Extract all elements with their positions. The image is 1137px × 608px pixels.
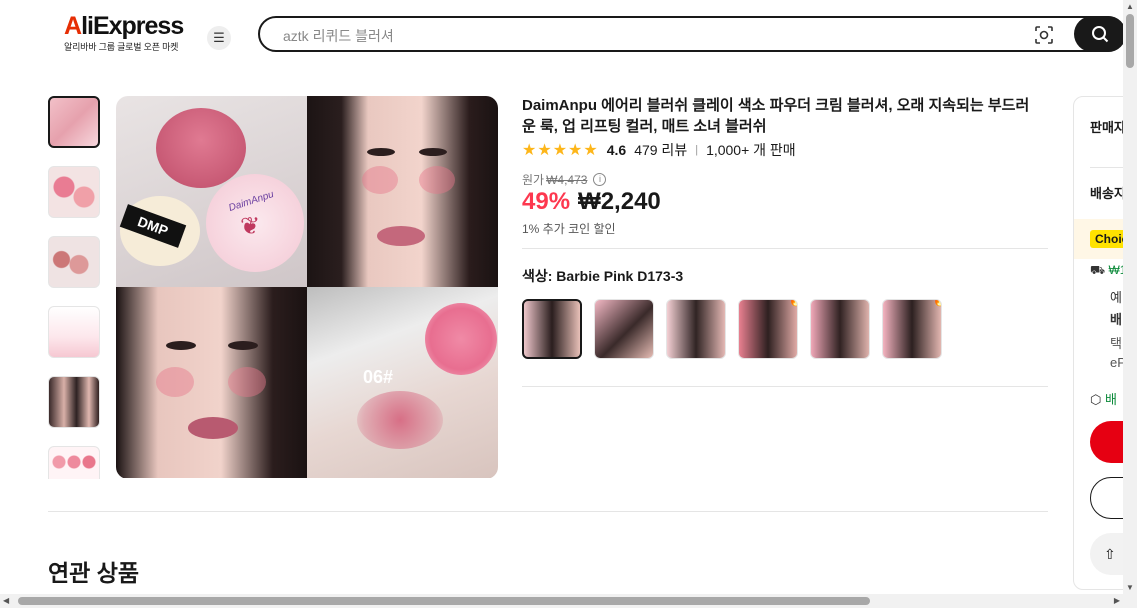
return-row: ⬡ 배: [1090, 389, 1117, 408]
swatch-2[interactable]: [594, 299, 654, 359]
review-count[interactable]: 479 리뷰: [634, 140, 687, 160]
color-label: 색상: Barbie Pink D173-3: [522, 268, 684, 284]
cheek-left: [156, 367, 194, 397]
eye-right: [228, 341, 258, 350]
search-button[interactable]: [1074, 16, 1126, 52]
sold-count: 1,000+ 개 판매: [706, 142, 796, 158]
jar-brand-label: DaimAnpu: [227, 189, 276, 214]
cheek-right: [419, 166, 455, 194]
scroll-right-icon[interactable]: ▶: [1114, 596, 1120, 605]
price-row: 49% ₩2,240: [522, 188, 661, 216]
image-quadrant-face-1: [307, 96, 498, 287]
scroll-left-icon[interactable]: ◀: [3, 596, 9, 605]
blush-jar-clear: DaimAnpu ❦: [206, 174, 304, 272]
thumbnail-4[interactable]: [48, 306, 100, 358]
eye-left: [367, 148, 395, 156]
truck-icon: ⛟: [1090, 263, 1106, 277]
thumbnail-1[interactable]: [48, 96, 100, 148]
separator: |: [695, 144, 699, 156]
share-icon: ⇧: [1104, 546, 1116, 562]
image-quadrant-jar: DMP DaimAnpu ❦: [116, 96, 307, 287]
aliexpress-logo[interactable]: AliExpress 알리바바 그룹 글로벌 오픈 마켓: [64, 12, 194, 53]
related-products-heading: 연관 상품: [48, 560, 140, 586]
original-price: ₩4,473: [546, 172, 588, 187]
shade-label: 06#: [363, 367, 394, 387]
discount-percent: 49%: [522, 188, 571, 215]
original-price-row: 원가 ₩4,473 i: [522, 171, 607, 188]
image-search-icon[interactable]: [1034, 25, 1054, 45]
hot-fire-icon: 🔥: [933, 300, 941, 307]
logo-subtitle: 알리바바 그룹 글로벌 오픈 마켓: [64, 42, 179, 52]
product-page: AliExpress 알리바바 그룹 글로벌 오픈 마켓 ☰ aztk 리퀴드 …: [0, 0, 1137, 608]
cheek-left: [362, 166, 398, 194]
horizontal-scroll-thumb[interactable]: [18, 597, 870, 605]
lips: [377, 226, 425, 246]
logo-text: AliExpress: [64, 12, 184, 40]
thumbnail-5[interactable]: [48, 376, 100, 428]
return-text: 배: [1104, 392, 1117, 407]
search-input[interactable]: aztk 리퀴드 블러셔: [283, 26, 394, 46]
menu-icon[interactable]: ☰: [207, 26, 231, 50]
coin-discount: 1% 추가 코인 할인: [522, 222, 616, 236]
delivery-text-1: 예: [1110, 290, 1122, 305]
horizontal-scrollbar[interactable]: ◀ ▶: [0, 594, 1137, 608]
divider: [522, 386, 1048, 387]
original-price-label: 원가: [522, 173, 545, 187]
eye-left: [166, 341, 196, 350]
blush-jar-pink: [156, 108, 246, 188]
swatch-4[interactable]: 🔥: [738, 299, 798, 359]
divider: [48, 511, 1048, 512]
blush-jar-small: [425, 303, 497, 375]
info-icon[interactable]: i: [593, 173, 607, 186]
vertical-scroll-thumb[interactable]: [1126, 14, 1134, 68]
swatch-1[interactable]: [522, 299, 582, 359]
cheek-right: [228, 367, 266, 397]
rating-row[interactable]: ★★★★★ 4.6 479 리뷰 | 1,000+ 개 판매: [522, 140, 796, 160]
box-icon: ⬡: [1090, 392, 1102, 407]
eye-right: [419, 148, 447, 156]
butterfly-icon: ❦: [240, 213, 261, 240]
scroll-down-icon[interactable]: ▼: [1126, 583, 1134, 592]
swatch-3[interactable]: [666, 299, 726, 359]
thumbnail-2[interactable]: [48, 166, 100, 218]
star-rating-icon: ★★★★★: [522, 142, 599, 159]
image-quadrant-face-2: [116, 287, 307, 478]
scroll-up-icon[interactable]: ▲: [1126, 2, 1134, 11]
shipping-row: ⛟ ₩1: [1090, 263, 1126, 279]
search-icon: [1092, 26, 1109, 43]
thumbnail-6[interactable]: [48, 446, 100, 479]
swatch-mark: [357, 391, 443, 449]
main-product-image[interactable]: DMP DaimAnpu ❦ 06#: [116, 96, 498, 479]
swatch-6[interactable]: 🔥: [882, 299, 942, 359]
ship-to-label[interactable]: 배송지: [1090, 183, 1126, 202]
vertical-scrollbar[interactable]: ▲ ▼: [1123, 0, 1137, 594]
product-title: DaimAnpu 에어리 블러쉬 클레이 색소 파우더 크림 블러셔, 오래 지…: [522, 97, 1030, 135]
image-quadrant-swatch: 06#: [307, 287, 498, 478]
delivery-text-2: 배: [1110, 312, 1122, 327]
color-swatches: 🔥 🔥: [522, 299, 954, 359]
rating-value: 4.6: [606, 142, 627, 158]
swatch-5[interactable]: [810, 299, 870, 359]
thumbnail-list: [48, 96, 102, 479]
hot-fire-icon: 🔥: [789, 300, 797, 307]
divider: [522, 248, 1048, 249]
thumbnail-3[interactable]: [48, 236, 100, 288]
seller-label[interactable]: 판매자: [1090, 117, 1126, 136]
delivery-text-3: 택: [1110, 336, 1122, 351]
search-bar[interactable]: aztk 리퀴드 블러셔: [258, 16, 1126, 52]
sale-price: ₩2,240: [578, 188, 661, 215]
lips: [188, 417, 238, 439]
